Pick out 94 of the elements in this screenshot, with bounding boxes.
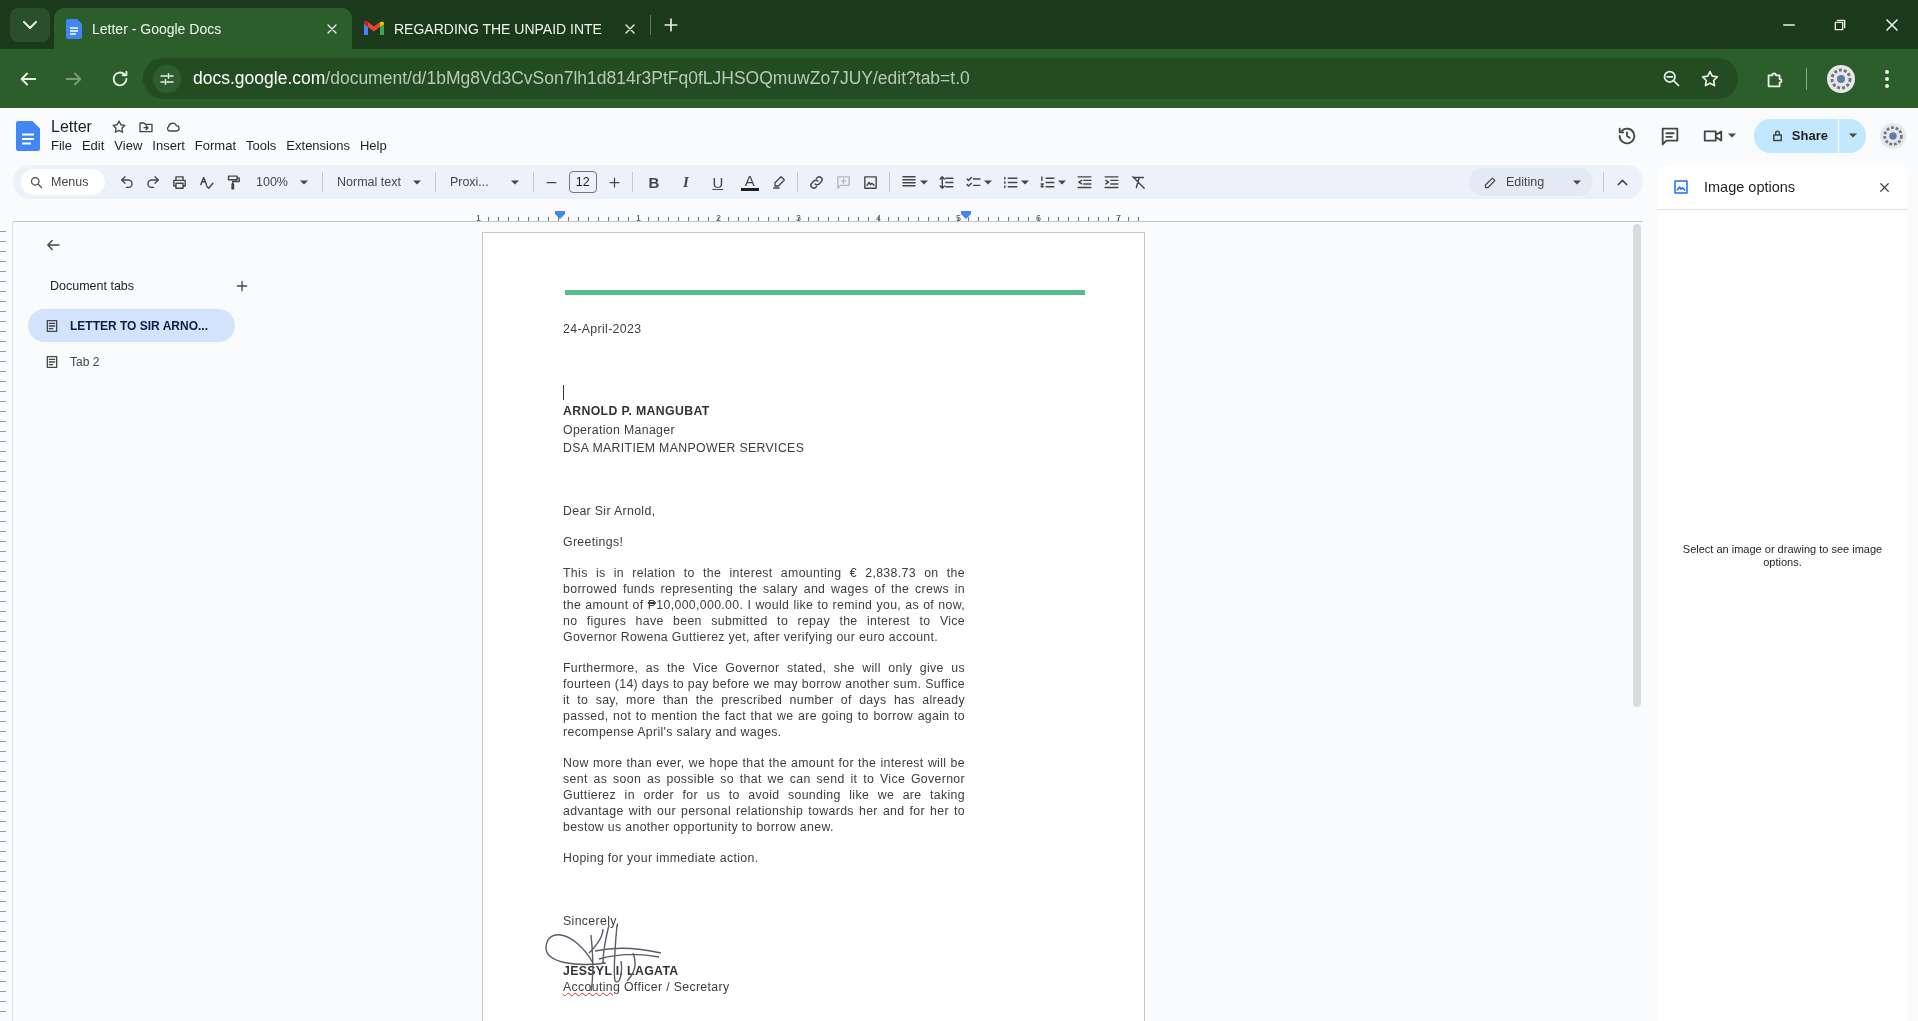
menu-item[interactable]: Extensions	[281, 138, 355, 153]
section-heading: Document tabs	[50, 279, 135, 293]
link-icon[interactable]	[807, 173, 825, 191]
caret-icon	[1848, 133, 1857, 138]
menu-item[interactable]: View	[109, 138, 148, 153]
panel-hint: Select an image or drawing to see image options.	[1681, 543, 1884, 569]
zoom-dropdown[interactable]: 100%	[252, 175, 312, 189]
date-text: 24-April-2023	[563, 321, 643, 337]
add-tab-icon[interactable]	[234, 278, 250, 294]
ruler-number: 1	[476, 213, 481, 223]
document-title[interactable]: Letter	[51, 118, 92, 136]
menu-item[interactable]: Format	[189, 138, 241, 153]
caret-icon[interactable]	[1020, 179, 1029, 185]
url-text: docs.google.com/document/d/1bMg8Vd3CvSon7lh1d814r3PtFq0fLJHSOQmuwZo7JUY/edit?tab=t.0	[193, 68, 970, 89]
pencil-icon	[1483, 174, 1498, 190]
menu-item[interactable]: File	[46, 138, 77, 153]
paragraph-style-dropdown[interactable]: Normal text	[333, 175, 425, 189]
plus-icon[interactable]	[606, 174, 622, 190]
ruler-number: 4	[876, 213, 881, 223]
document-tab[interactable]: LETTER TO SIR ARNO...	[28, 309, 235, 342]
ruler-number: 1	[636, 213, 641, 223]
clear-formatting-icon[interactable]	[1129, 173, 1147, 191]
text-cursor	[563, 385, 564, 400]
print-icon[interactable]	[171, 173, 188, 191]
avatar-icon[interactable]	[1827, 64, 1855, 93]
menu-item[interactable]: Insert	[147, 138, 190, 153]
search-icon	[29, 174, 44, 190]
tab-search-button[interactable]	[10, 7, 50, 42]
font-dropdown[interactable]: Proxi...	[445, 175, 523, 189]
greeting: Greetings!	[563, 533, 625, 550]
recipient-name: ARNOLD P. MANGUBAT	[563, 403, 711, 420]
format-button[interactable]: I	[676, 173, 695, 191]
line-spacing-icon[interactable]	[937, 173, 955, 191]
site-info-icon[interactable]	[153, 64, 181, 93]
format-button[interactable]: A	[740, 173, 759, 191]
recipient-company: DSA MARITIEM MANPOWER SERVICES	[563, 440, 806, 457]
tab-title: Letter - Google Docs	[92, 20, 223, 37]
format-button[interactable]: B	[644, 173, 663, 191]
folder-icon[interactable]	[137, 119, 154, 135]
document-icon	[44, 353, 60, 370]
caret-icon[interactable]	[983, 179, 992, 185]
menu-search-field[interactable]: Menus	[21, 169, 105, 195]
envelope-m-icon	[364, 21, 384, 36]
caret-icon	[300, 179, 308, 185]
ruler-number: 7	[1116, 213, 1121, 223]
caret-icon	[412, 179, 421, 185]
browser-tab[interactable]: REGARDING THE UNPAID INTE	[352, 8, 650, 49]
panel-title: Image options	[1704, 179, 1796, 195]
ruler-number: 6	[1036, 213, 1041, 223]
ruler-number: 3	[796, 213, 801, 223]
more-icon[interactable]	[1885, 69, 1889, 88]
decrease-indent-icon[interactable]	[1075, 173, 1093, 191]
caret-icon[interactable]	[1727, 133, 1736, 138]
highlighter-icon[interactable]	[770, 174, 787, 190]
closing-request: Hoping for your immediate action.	[563, 849, 760, 866]
tab-title: REGARDING THE UNPAID INTE	[394, 20, 603, 37]
ruler-number: 5	[956, 213, 961, 223]
caret-icon[interactable]	[1057, 179, 1066, 185]
paint-roller-icon[interactable]	[225, 173, 242, 191]
menu-item[interactable]: Tools	[241, 138, 282, 153]
document-icon[interactable]	[16, 119, 40, 152]
recipient-title: Operation Manager	[563, 421, 676, 439]
indent-marker[interactable]	[555, 211, 565, 219]
salutation: Dear Sir Arnold,	[563, 502, 657, 519]
format-button[interactable]: U	[708, 173, 727, 191]
image-icon	[1672, 178, 1690, 196]
letter-paragraph: This is in relation to the interest amounting € 2,838.73 on the borrowed funds representing the salary and wages of the crews in the amount of ₱10,000,000.00. I would like to remind you, as of now, no figures have been submitted to repay the interest to Vice Governor Rowena Guttierez yet, after verifying our euro account.	[563, 564, 965, 645]
star-icon[interactable]	[110, 119, 127, 135]
ruler-number: 2	[716, 213, 721, 223]
letter-paragraph: Furthermore, as the Vice Governor stated, she will only give us fourteen (14) days to pay before we may borrow another sum. Suffice it to say, more than the prescribed number of days has already passed, not to mention the fact that we are going to borrow again to recompense April's salary and wages.	[563, 659, 965, 740]
chevron-down-icon	[23, 20, 37, 29]
image-icon[interactable]	[861, 173, 879, 191]
increase-indent-icon[interactable]	[1102, 173, 1120, 191]
closing: Sincerely,	[563, 912, 621, 929]
caret-icon	[1573, 179, 1581, 185]
undo-icon[interactable]	[119, 174, 135, 190]
document-icon	[66, 18, 82, 39]
document-icon	[44, 317, 60, 334]
avatar-icon[interactable]	[1880, 122, 1906, 149]
mode-dropdown[interactable]: Editing	[1469, 168, 1593, 196]
star-icon[interactable]	[1700, 68, 1720, 89]
scrollbar[interactable]	[1633, 224, 1641, 707]
letter-paragraph: Now more than ever, we hope that the amount for the interest will be sent as soon as possible so that we can send it to Vice Governor Guttierez in order for us to avoid sounding like we are taking advantage with our personal relationship towards her and for her to bestow us another opportunity to borrow anew.	[563, 754, 965, 835]
zoom-out-icon[interactable]	[1661, 68, 1682, 89]
caret-icon	[510, 179, 519, 185]
menu-item[interactable]: Edit	[76, 138, 110, 153]
font-size-field[interactable]: 12	[568, 171, 597, 193]
indent-marker[interactable]	[961, 211, 971, 219]
caret-icon[interactable]	[919, 179, 928, 185]
browser-tab[interactable]: Letter - Google Docs	[54, 8, 352, 49]
redo-icon[interactable]	[145, 174, 161, 190]
menu-item[interactable]: Help	[354, 138, 392, 153]
document-tab[interactable]: Tab 2	[28, 345, 235, 378]
address-bar[interactable]: docs.google.com/document/d/1bMg8Vd3CvSon7lh1d814r3PtFq0fLJHSOQmuwZo7JUY/edit?tab=t.0	[143, 58, 1738, 99]
